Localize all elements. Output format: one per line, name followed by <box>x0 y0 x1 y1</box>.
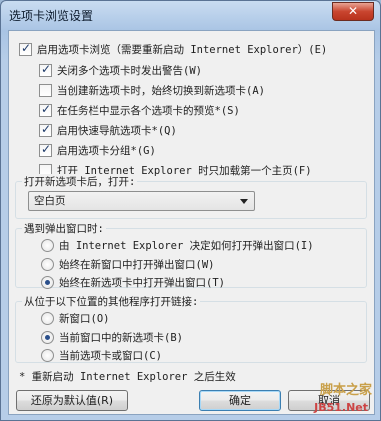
popup-new-tab-option[interactable]: 始终在新选项卡中打开弹出窗口(T) <box>41 274 225 290</box>
watermark-url: JB51.Net <box>314 401 368 414</box>
quick-tabs-option[interactable]: 启用快速导航选项卡*(Q) <box>39 122 177 138</box>
title-bar[interactable]: 选项卡浏览设置 ✕ <box>1 1 380 29</box>
tab-groups-option[interactable]: 启用选项卡分组*(G) <box>39 142 156 158</box>
watermark-logo: 脚本之家 <box>319 383 372 398</box>
popup-new-window-option[interactable]: 始终在新窗口中打开弹出窗口(W) <box>41 256 214 272</box>
taskbar-preview-label: 在任务栏中显示各个选项卡的预览*(S) <box>57 104 240 117</box>
switch-new-tab-option[interactable]: 当创建新选项卡时，始终切换到新选项卡(A) <box>39 82 265 98</box>
popup-ie-decide-option[interactable]: 由 Internet Explorer 决定如何打开弹出窗口(I) <box>41 237 314 253</box>
new-tab-page-value: 空白页 <box>34 195 66 207</box>
switch-new-tab-label: 当创建新选项卡时，始终切换到新选项卡(A) <box>57 84 265 97</box>
taskbar-preview-option[interactable]: 在任务栏中显示各个选项卡的预览*(S) <box>39 102 240 118</box>
quick-tabs-checkbox[interactable] <box>39 122 52 137</box>
popups-heading: 遇到弹出窗口时: <box>22 221 106 236</box>
dialog-body: 启用选项卡浏览（需要重新启动 Internet Explorer）(E) 关闭多… <box>8 30 375 415</box>
tab-groups-label: 启用选项卡分组*(G) <box>57 144 156 157</box>
quick-tabs-label: 启用快速导航选项卡*(Q) <box>57 124 177 137</box>
dialog-window: 选项卡浏览设置 ✕ 启用选项卡浏览（需要重新启动 Internet Explor… <box>0 0 381 421</box>
new-tab-heading: 打开新选项卡后，打开: <box>22 174 138 189</box>
link-new-tab-label: 当前窗口中的新选项卡(B) <box>59 331 183 344</box>
popup-ie-decide-radio[interactable] <box>41 238 54 252</box>
link-current-label: 当前选项卡或窗口(C) <box>59 349 162 362</box>
link-current-option[interactable]: 当前选项卡或窗口(C) <box>41 347 162 363</box>
window-title: 选项卡浏览设置 <box>9 9 94 23</box>
link-new-window-radio[interactable] <box>41 311 54 325</box>
ok-button[interactable]: 确定 <box>199 390 281 411</box>
popup-new-window-radio[interactable] <box>41 257 54 271</box>
popup-ie-decide-label: 由 Internet Explorer 决定如何打开弹出窗口(I) <box>59 239 314 252</box>
link-current-radio[interactable] <box>41 348 54 362</box>
popup-new-window-label: 始终在新窗口中打开弹出窗口(W) <box>59 258 215 271</box>
warn-close-tabs-label: 关闭多个选项卡时发出警告(W) <box>57 64 202 77</box>
links-heading: 从位于以下位置的其他程序打开链接: <box>22 294 201 309</box>
enable-tabbed-browsing-option[interactable]: 启用选项卡浏览（需要重新启动 Internet Explorer）(E) <box>19 41 327 57</box>
switch-new-tab-checkbox[interactable] <box>39 83 52 97</box>
taskbar-preview-checkbox[interactable] <box>39 102 52 117</box>
tab-groups-checkbox[interactable] <box>39 142 52 157</box>
warn-close-tabs-checkbox[interactable] <box>39 62 52 77</box>
restart-footnote-text: * 重新启动 Internet Explorer 之后生效 <box>19 370 236 383</box>
enable-tabbed-browsing-label: 启用选项卡浏览（需要重新启动 Internet Explorer）(E) <box>37 43 328 56</box>
link-new-tab-radio[interactable] <box>41 330 54 344</box>
popup-new-tab-radio[interactable] <box>41 275 54 289</box>
popup-new-tab-label: 始终在新选项卡中打开弹出窗口(T) <box>59 276 225 289</box>
link-new-window-label: 新窗口(O) <box>59 312 110 325</box>
new-tab-page-select[interactable]: 空白页 <box>28 191 255 211</box>
close-button[interactable]: ✕ <box>332 2 374 21</box>
link-new-tab-option[interactable]: 当前窗口中的新选项卡(B) <box>41 329 183 345</box>
enable-tabbed-browsing-checkbox[interactable] <box>19 41 32 56</box>
restart-footnote: * 重新启动 Internet Explorer 之后生效 <box>19 368 236 384</box>
link-new-window-option[interactable]: 新窗口(O) <box>41 310 109 326</box>
chevron-down-icon <box>240 199 248 204</box>
restore-defaults-button[interactable]: 还原为默认值(R) <box>16 390 128 411</box>
warn-close-tabs-option[interactable]: 关闭多个选项卡时发出警告(W) <box>39 62 202 78</box>
